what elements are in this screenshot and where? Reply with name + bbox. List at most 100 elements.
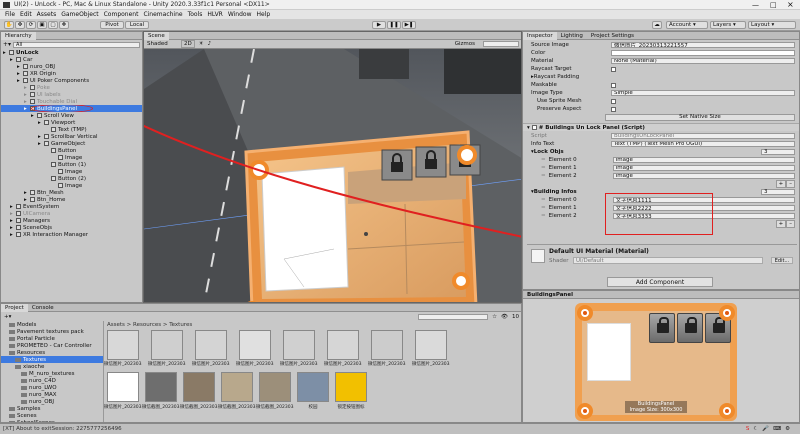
use-sprite-mesh-checkbox[interactable] (611, 98, 616, 104)
hierarchy-item[interactable]: ▸ XR Origin (1, 70, 142, 77)
project-search-input[interactable] (418, 313, 489, 320)
tab-console[interactable]: Console (28, 304, 58, 312)
local-button[interactable]: Local (125, 21, 149, 29)
star-icon[interactable]: ☆ (492, 314, 497, 320)
hand-tool-button[interactable]: ✋ (4, 21, 14, 29)
lighting-toggle-icon[interactable]: ☀ (199, 41, 204, 47)
layers-dropdown[interactable]: Layers ▾ (710, 21, 746, 29)
hierarchy-item[interactable]: Text (TMP) (1, 126, 142, 133)
lock-obj-field[interactable]: Image (612, 173, 795, 179)
project-folder[interactable]: nuro_OBJ (1, 398, 103, 405)
asset-thumbnail[interactable] (335, 372, 367, 402)
asset-thumbnail[interactable] (327, 330, 359, 360)
eye-icon[interactable]: 👁 (501, 314, 508, 320)
transform-tool-button[interactable]: ❖ (59, 21, 69, 29)
hierarchy-item[interactable]: Image (1, 168, 142, 175)
project-folder[interactable]: Models (1, 321, 103, 328)
add-component-button[interactable]: Add Component (607, 277, 713, 287)
asset-thumbnail[interactable] (283, 330, 315, 360)
hierarchy-item[interactable]: ▸ UnLock (1, 49, 142, 56)
drag-handle-icon[interactable]: = (541, 173, 546, 179)
tab-hierarchy[interactable]: Hierarchy (1, 31, 36, 40)
step-button[interactable]: ▶❚ (402, 21, 416, 29)
move-tool-button[interactable]: ✥ (15, 21, 25, 29)
lock-objs-size-field[interactable]: 3 (761, 149, 795, 155)
menu-help[interactable]: Help (257, 11, 271, 18)
pivot-button[interactable]: Pivot (100, 21, 124, 29)
asset-thumbnail[interactable] (183, 372, 215, 402)
asset-thumbnail[interactable] (221, 372, 253, 402)
list-add-button[interactable]: + (775, 180, 787, 188)
layout-dropdown[interactable]: Layout ▾ (748, 21, 796, 29)
drag-handle-icon[interactable]: = (541, 213, 546, 219)
script-component-header[interactable]: ▾ # Buildings Un Lock Panel (Script) (523, 123, 799, 131)
material-field[interactable]: None (Material) (611, 58, 795, 64)
list-remove-button[interactable]: – (786, 220, 795, 228)
hierarchy-item[interactable]: Button (1) (1, 161, 142, 168)
tab-lighting[interactable]: Lighting (557, 32, 587, 40)
project-folder[interactable]: nuro_MAX (1, 391, 103, 398)
gear-icon[interactable]: ⚙ (785, 426, 790, 432)
hierarchy-item[interactable]: ▸ Touchable Dial (1, 98, 142, 105)
list-add-button[interactable]: + (775, 220, 787, 228)
tab-inspector[interactable]: Inspector (523, 32, 557, 40)
drag-handle-icon[interactable]: = (541, 157, 546, 163)
asset-thumbnail[interactable] (371, 330, 403, 360)
hierarchy-item[interactable]: ▸ Scrollbar Vertical (1, 133, 142, 140)
hierarchy-item[interactable]: ▸ Poke (1, 84, 142, 91)
shader-dropdown[interactable]: UI/Default (573, 257, 763, 264)
menu-window[interactable]: Window (228, 11, 252, 18)
rect-tool-button[interactable]: ▢ (48, 21, 58, 29)
asset-thumbnail[interactable] (195, 330, 227, 360)
menu-component[interactable]: Component (104, 11, 139, 18)
asset-thumbnail[interactable] (259, 372, 291, 402)
hierarchy-item[interactable]: ▸ nuro_OBJ (1, 63, 142, 70)
hierarchy-item[interactable]: ▸ Btn_Mesh (1, 189, 142, 196)
project-folder[interactable]: xiaoche (1, 363, 103, 370)
menu-hlvr[interactable]: HLVR (207, 11, 222, 18)
pause-button[interactable]: ❚❚ (387, 21, 401, 29)
tab-project-settings[interactable]: Project Settings (587, 32, 638, 40)
drag-handle-icon[interactable]: = (541, 205, 546, 211)
account-dropdown[interactable]: Account ▾ (666, 21, 708, 29)
hierarchy-item[interactable]: ▸ SceneObjs (1, 224, 142, 231)
project-folder[interactable]: Scenes (1, 412, 103, 419)
minimize-icon[interactable]: — (752, 1, 759, 9)
hierarchy-item[interactable]: ▸ Btn_Home (1, 196, 142, 203)
lock-obj-field[interactable]: Image (612, 165, 795, 171)
menu-tools[interactable]: Tools (188, 11, 203, 18)
close-icon[interactable]: × (787, 0, 794, 9)
scale-tool-button[interactable]: ▣ (37, 21, 47, 29)
edit-shader-button[interactable]: Edit... (771, 257, 793, 264)
component-enabled-checkbox[interactable] (531, 125, 537, 130)
audio-toggle-icon[interactable]: ♪ (208, 41, 212, 47)
list-remove-button[interactable]: – (786, 180, 795, 188)
project-folder[interactable]: Portal Particle (1, 335, 103, 342)
project-folder[interactable]: nuro_LWO (1, 384, 103, 391)
tab-project[interactable]: Project (1, 304, 28, 312)
hierarchy-item[interactable]: Button (1, 147, 142, 154)
menu-file[interactable]: File (5, 11, 15, 18)
drag-handle-icon[interactable]: = (541, 165, 546, 171)
menu-cinemachine[interactable]: Cinemachine (143, 11, 182, 18)
gizmos-dropdown[interactable]: Gizmos (455, 41, 475, 47)
project-folder[interactable]: Samples (1, 405, 103, 412)
hierarchy-search-input[interactable]: All (13, 41, 140, 48)
project-folder[interactable]: Resources (1, 349, 103, 356)
hierarchy-item[interactable]: ▸ BuildingsPanel (1, 105, 142, 112)
menu-edit[interactable]: Edit (20, 11, 32, 18)
asset-thumbnail[interactable] (151, 330, 183, 360)
menu-assets[interactable]: Assets (37, 11, 57, 18)
hierarchy-item[interactable]: ▸ UICamera (1, 210, 142, 217)
menu-gameobject[interactable]: GameObject (61, 11, 98, 18)
hierarchy-item[interactable]: ▸ GameObject (1, 140, 142, 147)
hierarchy-item[interactable]: ▸ EventSystem (1, 203, 142, 210)
tab-scene[interactable]: Scene (144, 32, 169, 40)
image-type-dropdown[interactable]: Simple (611, 90, 795, 96)
lock-obj-field[interactable]: Image (612, 157, 795, 163)
hierarchy-item[interactable]: Image (1, 154, 142, 161)
preserve-aspect-checkbox[interactable] (611, 106, 616, 112)
project-folder[interactable]: PROMETEO - Car Controller (1, 342, 103, 349)
project-folder[interactable]: Pavement textures pack (1, 328, 103, 335)
asset-thumbnail[interactable] (107, 330, 139, 360)
